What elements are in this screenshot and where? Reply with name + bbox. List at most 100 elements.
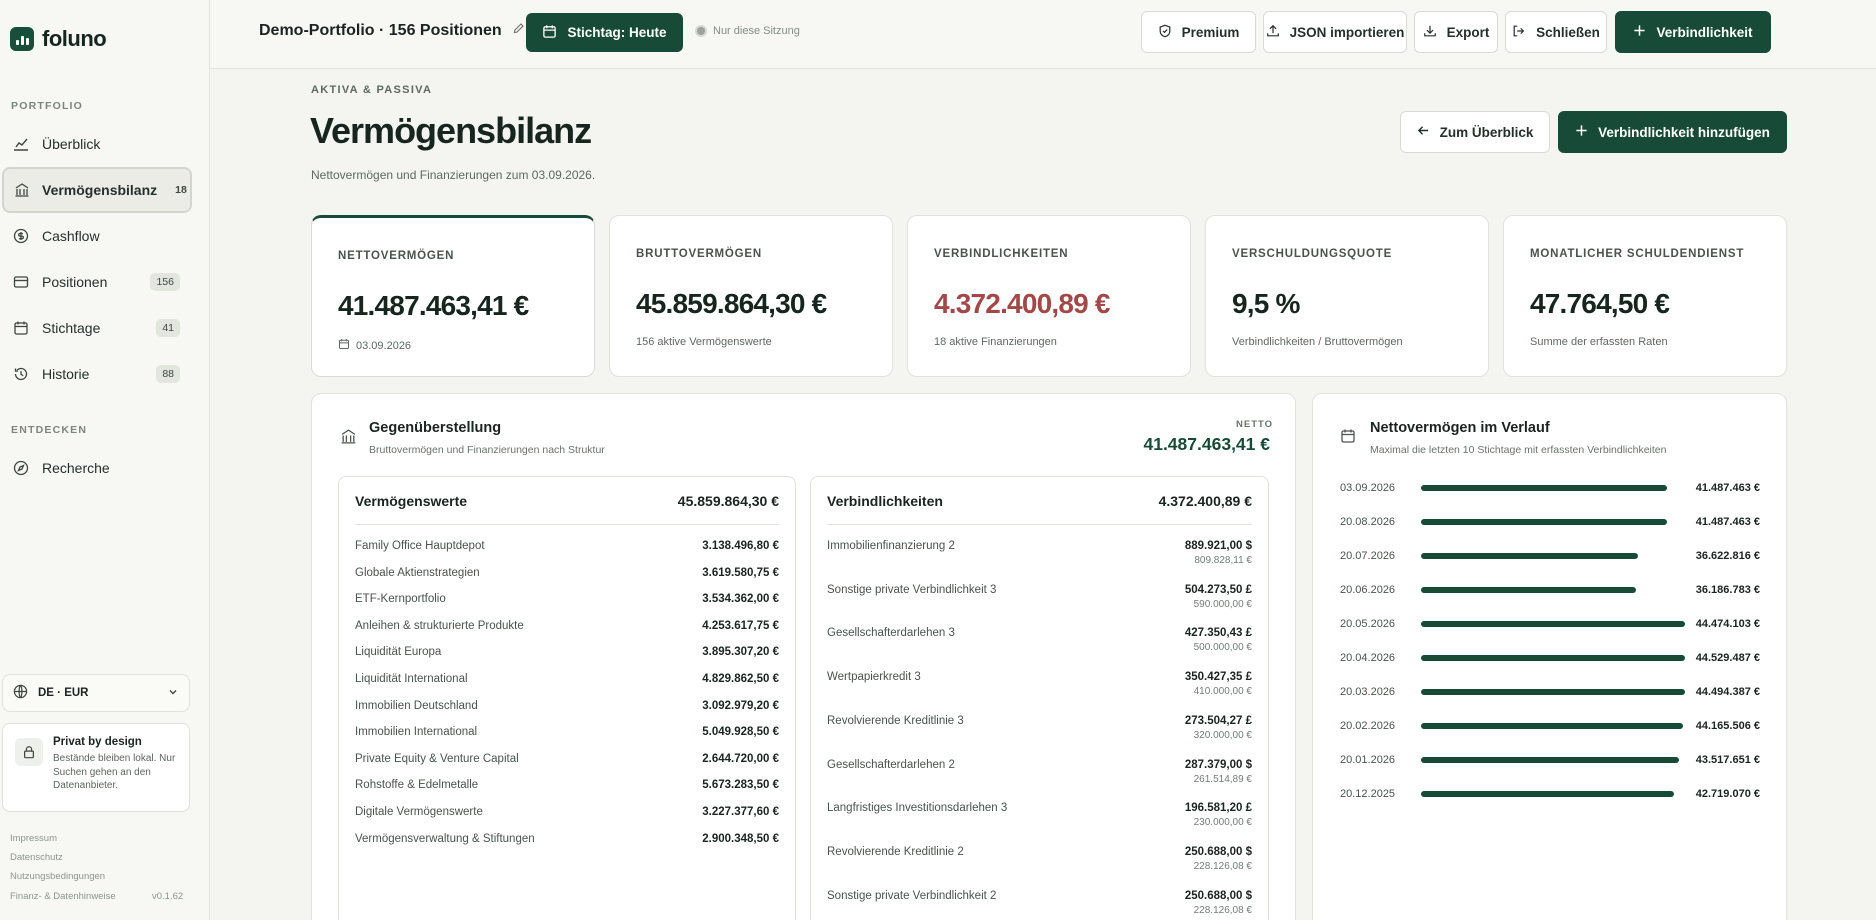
asset-name: Anleihen & strukturierte Produkte	[355, 619, 524, 632]
asset-amount: 4.829.862,50 €	[702, 673, 779, 685]
asset-row: Globale Aktienstrategien 3.619.580,75 €	[355, 567, 779, 579]
liability-amount: 889.921,00 $ 809.828,11 €	[1185, 540, 1252, 566]
trend-value: 44.474.103 €	[1695, 618, 1760, 630]
asset-amount: 4.253.617,75 €	[702, 619, 779, 632]
export-label: Export	[1446, 24, 1490, 40]
wallet-icon	[12, 273, 30, 291]
asset-row: Liquidität International 4.829.862,50 €	[355, 673, 779, 685]
liability-amount-original: 250.688,00 $	[1184, 845, 1252, 858]
kpi-card-verschuldungsquote: VERSCHULDUNGSQUOTE 9,5 % Verbindlichkeit…	[1205, 215, 1489, 377]
trend-bar	[1421, 689, 1685, 695]
shield-icon	[1158, 24, 1172, 41]
session-note-text: Nur diese Sitzung	[713, 25, 800, 37]
compass-icon	[12, 459, 30, 477]
footer-link-datenschutz[interactable]: Datenschutz	[10, 852, 63, 863]
arrow-left-icon	[1417, 124, 1430, 140]
liability-name: Revolvierende Kreditlinie 2	[827, 845, 964, 858]
trend-row: 20.01.2026 43.517.651 €	[1340, 750, 1760, 770]
dollar-circle-icon	[12, 227, 30, 245]
back-to-overview-button[interactable]: Zum Überblick	[1400, 111, 1550, 153]
trend-bar-track	[1421, 519, 1685, 525]
netto-value: 41.487.463,41 €	[1143, 434, 1270, 454]
kpi-sub: 18 aktive Finanzierungen	[934, 336, 1057, 348]
trend-value: 43.517.651 €	[1695, 754, 1760, 766]
kpi-value: 4.372.400,89 €	[934, 288, 1110, 319]
add-liability-button[interactable]: Verbindlichkeit	[1615, 11, 1771, 53]
kpi-sub: 156 aktive Vermögenswerte	[636, 336, 772, 348]
liability-amount-original: 427.350,43 £	[1184, 627, 1252, 640]
calendar-icon	[542, 24, 557, 42]
portfolio-title[interactable]: Demo-Portfolio · 156 Positionen	[259, 22, 525, 40]
bank-icon	[340, 428, 357, 445]
liability-amount: 350.427,35 £ 410.000,00 €	[1185, 671, 1252, 697]
trend-date: 20.03.2026	[1340, 686, 1396, 698]
liability-amount-eur: 228.126,08 €	[1193, 904, 1252, 916]
asset-amount: 3.534.362,00 €	[702, 593, 779, 606]
asset-row: Family Office Hauptdepot 3.138.496,80 €	[355, 540, 779, 552]
liability-amount: 427.350,43 £ 500.000,00 €	[1185, 627, 1252, 653]
trend-bar	[1421, 791, 1675, 797]
assets-panel: Vermögenswerte 45.859.864,30 € Family Of…	[338, 476, 796, 920]
json-import-label: JSON importieren	[1289, 24, 1405, 40]
sidebar-item-cashflow[interactable]: Cashflow	[2, 213, 192, 259]
liabilities-panel: Verbindlichkeiten 4.372.400,89 € Immobil…	[810, 476, 1269, 920]
sidebar-item-positionen[interactable]: Positionen 156	[2, 259, 192, 305]
kpi-sub: Summe der erfassten Raten	[1530, 336, 1668, 348]
liability-amount-original: 889.921,00 $	[1184, 540, 1252, 552]
kpi-value: 47.764,50 €	[1530, 288, 1670, 319]
trend-row: 20.05.2026 44.474.103 €	[1340, 614, 1760, 634]
plus-icon	[1633, 24, 1646, 40]
sidebar-item-label: Positionen	[42, 274, 108, 290]
trend-row: 20.04.2026 44.529.487 €	[1340, 648, 1760, 668]
logo-icon	[10, 27, 34, 51]
stichtag-button[interactable]: Stichtag: Heute	[526, 13, 683, 52]
asset-row: Private Equity & Venture Capital 2.644.72…	[355, 753, 779, 765]
trend-date: 20.06.2026	[1340, 584, 1396, 596]
footer-link-finanzhinweise[interactable]: Finanz- & Datenhinweise	[10, 891, 116, 902]
privacy-card: Privat by design Bestände bleiben lokal.…	[2, 723, 190, 812]
footer-link-nutzungsbedingungen[interactable]: Nutzungsbedingungen	[10, 871, 105, 882]
export-button[interactable]: Export	[1414, 11, 1498, 53]
page-title: Vermögensbilanz	[310, 110, 592, 151]
liability-amount: 287.379,00 $ 261.514,89 €	[1185, 759, 1252, 785]
asset-row: Rohstoffe & Edelmetalle 5.673.283,50 €	[355, 779, 779, 791]
trend-bar	[1421, 485, 1667, 491]
sidebar-item-recherche[interactable]: Recherche	[2, 445, 192, 491]
comparison-title: Gegenüberstellung	[369, 420, 502, 436]
sidebar-item-historie[interactable]: Historie 88	[2, 351, 192, 397]
sidebar-item-ueberblick[interactable]: Überblick	[2, 121, 192, 167]
asset-amount: 5.673.283,50 €	[702, 779, 779, 792]
close-button[interactable]: Schließen	[1505, 11, 1607, 53]
app-logo[interactable]: foluno	[10, 26, 107, 52]
liability-row: Immobilienfinanzierung 2 889.921,00 $ 809.…	[827, 540, 1252, 566]
kpi-card-nettovermoegen: NETTOVERMÖGEN 41.487.463,41 € 03.09.2026	[311, 215, 595, 377]
calendar-icon	[1340, 428, 1356, 444]
chevron-down-icon	[167, 686, 179, 701]
kpi-card-verbindlichkeiten: VERBINDLICHKEITEN 4.372.400,89 € 18 akti…	[907, 215, 1191, 377]
trend-bar-track	[1421, 553, 1685, 559]
liability-amount-eur: 320.000,00 €	[1193, 729, 1252, 741]
asset-name: Globale Aktienstrategien	[355, 566, 480, 579]
sidebar-item-vermoegensbilanz[interactable]: Vermögensbilanz 18	[2, 167, 192, 213]
premium-button[interactable]: Premium	[1141, 11, 1256, 53]
trend-value: 44.529.487 €	[1695, 652, 1760, 664]
asset-row: Immobilien International 5.049.928,50 €	[355, 726, 779, 738]
pencil-icon[interactable]	[512, 22, 525, 40]
privacy-title: Privat by design	[53, 736, 142, 748]
trend-bar	[1421, 621, 1685, 627]
sidebar: foluno PORTFOLIO Überblick Vermögensbila…	[0, 0, 210, 920]
kpi-label: BRUTTOVERMÖGEN	[636, 248, 762, 260]
footer-link-impressum[interactable]: Impressum	[10, 833, 57, 844]
nav-section-portfolio: PORTFOLIO	[11, 100, 84, 112]
liability-amount-original: 273.504,27 £	[1184, 714, 1252, 727]
sidebar-item-stichtage[interactable]: Stichtage 41	[2, 305, 192, 351]
json-import-button[interactable]: JSON importieren	[1263, 11, 1407, 53]
bank-icon	[14, 181, 30, 199]
trend-row: 20.07.2026 36.622.816 €	[1340, 546, 1760, 566]
asset-name: Liquidität International	[355, 673, 468, 685]
calendar-icon	[338, 338, 350, 353]
liability-row: Langfristiges Investitionsdarlehen 3 196.…	[827, 802, 1252, 828]
privacy-text: Bestände bleiben lokal. Nur Suchen gehen…	[53, 753, 176, 791]
locale-select[interactable]: DE · EUR	[2, 674, 190, 712]
add-liability-main-button[interactable]: Verbindlichkeit hinzufügen	[1558, 111, 1787, 153]
